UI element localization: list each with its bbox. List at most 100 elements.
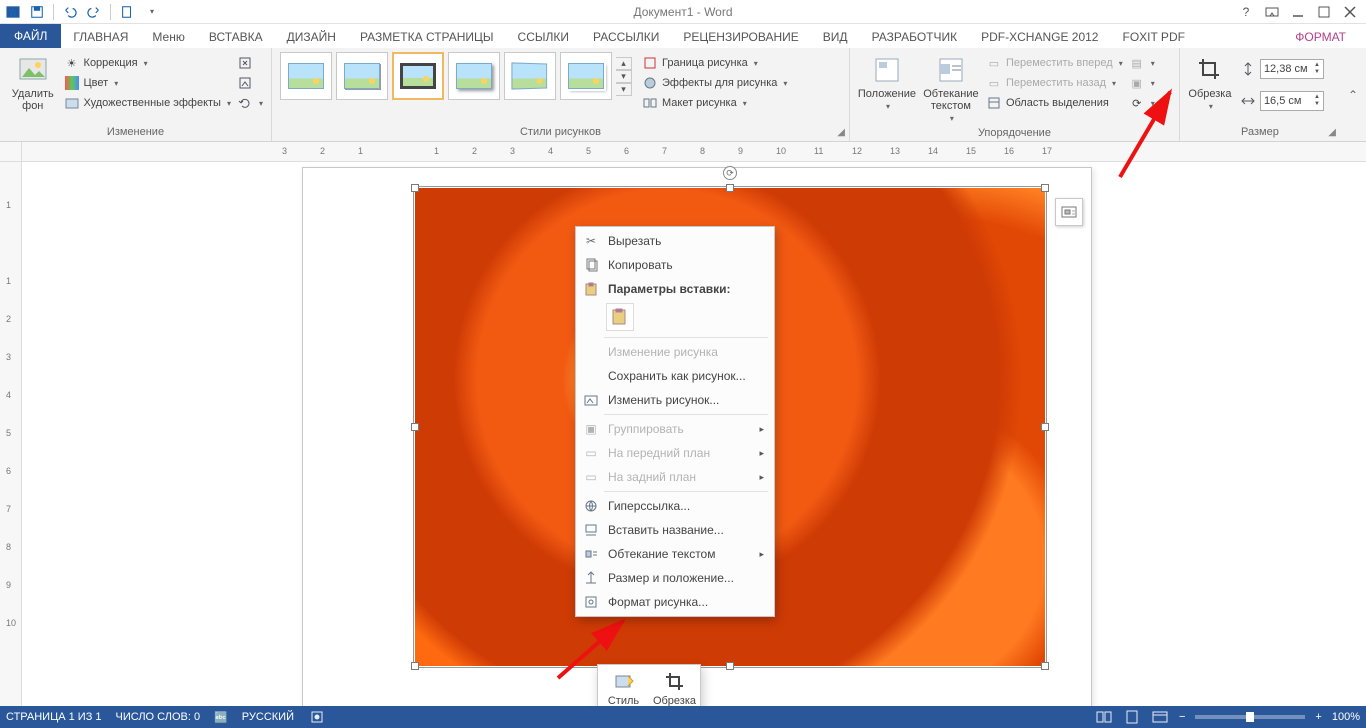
- view-readmode-icon[interactable]: [1095, 708, 1113, 726]
- help-icon[interactable]: ?: [1234, 2, 1258, 22]
- ctx-insert-caption[interactable]: Вставить название...: [576, 518, 774, 542]
- ctx-cut[interactable]: ✂Вырезать: [576, 229, 774, 253]
- height-field[interactable]: 12,38 см▲▼: [1240, 59, 1324, 79]
- handle-nw[interactable]: [411, 184, 419, 192]
- qat-customize-icon[interactable]: ▾: [140, 1, 162, 23]
- crop-button[interactable]: Обрезка▾: [1188, 52, 1232, 113]
- ctx-copy[interactable]: Копировать: [576, 253, 774, 277]
- undo-icon[interactable]: [59, 1, 81, 23]
- tab-references[interactable]: ССЫЛКИ: [506, 26, 581, 48]
- style-thumb-4[interactable]: [448, 52, 500, 100]
- tab-file[interactable]: ФАЙЛ: [0, 24, 61, 48]
- reset-picture-button[interactable]: ▾: [237, 94, 263, 112]
- status-page[interactable]: СТРАНИЦА 1 ИЗ 1: [6, 711, 102, 723]
- collapse-ribbon-icon[interactable]: ⌃: [1340, 48, 1366, 141]
- group-button[interactable]: ▣▾: [1129, 74, 1155, 92]
- align-button[interactable]: ▤▾: [1129, 54, 1155, 72]
- handle-e[interactable]: [1041, 423, 1049, 431]
- maximize-icon[interactable]: [1312, 2, 1336, 22]
- zoom-slider[interactable]: [1195, 715, 1305, 719]
- ctx-format-picture[interactable]: Формат рисунка...: [576, 590, 774, 614]
- picture-layout-button[interactable]: Макет рисунка▾: [642, 94, 787, 112]
- handle-s[interactable]: [726, 662, 734, 670]
- style-thumb-1[interactable]: [280, 52, 332, 100]
- selected-image[interactable]: ⟳ ✂Вырезать Копировать Параметры вставки…: [415, 188, 1045, 666]
- rotate-button[interactable]: ⟳▾: [1129, 94, 1155, 112]
- change-picture-mini-button[interactable]: [237, 74, 263, 92]
- tab-page-layout[interactable]: РАЗМЕТКА СТРАНИЦЫ: [348, 26, 506, 48]
- status-words[interactable]: ЧИСЛО СЛОВ: 0: [116, 711, 201, 723]
- handle-se[interactable]: [1041, 662, 1049, 670]
- tab-format[interactable]: ФОРМАТ: [1283, 26, 1358, 48]
- dialog-launcher-size-icon[interactable]: ◢: [1328, 127, 1336, 138]
- close-icon[interactable]: [1338, 2, 1362, 22]
- macro-record-icon[interactable]: [308, 708, 326, 726]
- tab-view[interactable]: ВИД: [811, 26, 860, 48]
- zoom-level[interactable]: 100%: [1332, 711, 1360, 723]
- tab-developer[interactable]: РАЗРАБОТЧИК: [860, 26, 970, 48]
- style-thumb-5[interactable]: [504, 52, 556, 100]
- tab-design[interactable]: ДИЗАЙН: [275, 26, 348, 48]
- tab-menu[interactable]: Меню: [140, 26, 196, 48]
- wrap-text-button[interactable]: Обтекание текстом▾: [922, 52, 980, 125]
- ctx-size-position[interactable]: Размер и положение...: [576, 566, 774, 590]
- document-canvas[interactable]: ⟳ ✂Вырезать Копировать Параметры вставки…: [22, 162, 1366, 706]
- ctx-paste-as-picture[interactable]: [606, 303, 634, 331]
- position-button[interactable]: Положение▾: [858, 52, 916, 113]
- picture-effects-button[interactable]: Эффекты для рисунка▾: [642, 74, 787, 92]
- artistic-effects-button[interactable]: Художественные эффекты▾: [64, 94, 231, 112]
- corrections-button[interactable]: ☀ Коррекция▾: [64, 54, 231, 72]
- svg-text:W: W: [9, 8, 17, 17]
- zoom-out-button[interactable]: −: [1179, 711, 1185, 723]
- view-printlayout-icon[interactable]: [1123, 708, 1141, 726]
- ctx-hyperlink[interactable]: Гиперссылка...: [576, 494, 774, 518]
- picture-styles-gallery[interactable]: ▴▾▾: [280, 52, 632, 100]
- new-doc-icon[interactable]: [116, 1, 138, 23]
- handle-n[interactable]: [726, 184, 734, 192]
- group-label-arrange: Упорядочение: [858, 125, 1171, 142]
- save-icon[interactable]: [26, 1, 48, 23]
- selection-pane-button[interactable]: Область выделения: [986, 94, 1123, 112]
- width-spinner[interactable]: ▲▼: [1314, 94, 1320, 108]
- color-button[interactable]: Цвет▾: [64, 74, 231, 92]
- zoom-in-button[interactable]: +: [1315, 711, 1321, 723]
- width-icon: [1240, 93, 1256, 109]
- ruler-vertical[interactable]: 112345678910: [0, 162, 22, 706]
- ruler-horizontal[interactable]: 3211234567891011121314151617: [22, 142, 1366, 162]
- style-thumb-3[interactable]: [392, 52, 444, 100]
- mini-style-button[interactable]: Стиль: [598, 665, 649, 706]
- handle-ne[interactable]: [1041, 184, 1049, 192]
- mini-crop-button[interactable]: Обрезка: [649, 665, 700, 706]
- style-thumb-6[interactable]: [560, 52, 612, 100]
- gallery-more[interactable]: ▴▾▾: [616, 57, 632, 96]
- ctx-wrap-text[interactable]: Обтекание текстом▸: [576, 542, 774, 566]
- bring-forward-button[interactable]: ▭Переместить вперед▾: [986, 54, 1123, 72]
- view-weblayout-icon[interactable]: [1151, 708, 1169, 726]
- status-language[interactable]: РУССКИЙ: [242, 711, 294, 723]
- ctx-save-as-picture[interactable]: Сохранить как рисунок...: [576, 364, 774, 388]
- tab-mailings[interactable]: РАССЫЛКИ: [581, 26, 671, 48]
- word-icon[interactable]: W: [2, 1, 24, 23]
- height-spinner[interactable]: ▲▼: [1314, 62, 1320, 76]
- ctx-change-picture[interactable]: Изменить рисунок...: [576, 388, 774, 412]
- picture-border-button[interactable]: Граница рисунка▾: [642, 54, 787, 72]
- style-thumb-2[interactable]: [336, 52, 388, 100]
- width-field[interactable]: 16,5 см▲▼: [1240, 91, 1324, 111]
- rotate-handle[interactable]: ⟳: [723, 166, 737, 180]
- tab-foxit-pdf[interactable]: Foxit PDF: [1110, 26, 1196, 48]
- tab-insert[interactable]: ВСТАВКА: [197, 26, 275, 48]
- tab-review[interactable]: РЕЦЕНЗИРОВАНИЕ: [671, 26, 810, 48]
- layout-options-button[interactable]: [1055, 198, 1083, 226]
- minimize-icon[interactable]: [1286, 2, 1310, 22]
- compress-pictures-button[interactable]: [237, 54, 263, 72]
- handle-sw[interactable]: [411, 662, 419, 670]
- ribbon-options-icon[interactable]: [1260, 2, 1284, 22]
- remove-background-button[interactable]: Удалить фон: [8, 52, 58, 112]
- dialog-launcher-icon[interactable]: ◢: [837, 127, 845, 138]
- tab-pdf-xchange[interactable]: PDF-XChange 2012: [969, 26, 1110, 48]
- send-backward-button[interactable]: ▭Переместить назад▾: [986, 74, 1123, 92]
- ctx-paste-options: [576, 301, 774, 335]
- handle-w[interactable]: [411, 423, 419, 431]
- tab-home[interactable]: ГЛАВНАЯ: [61, 26, 140, 48]
- redo-icon[interactable]: [83, 1, 105, 23]
